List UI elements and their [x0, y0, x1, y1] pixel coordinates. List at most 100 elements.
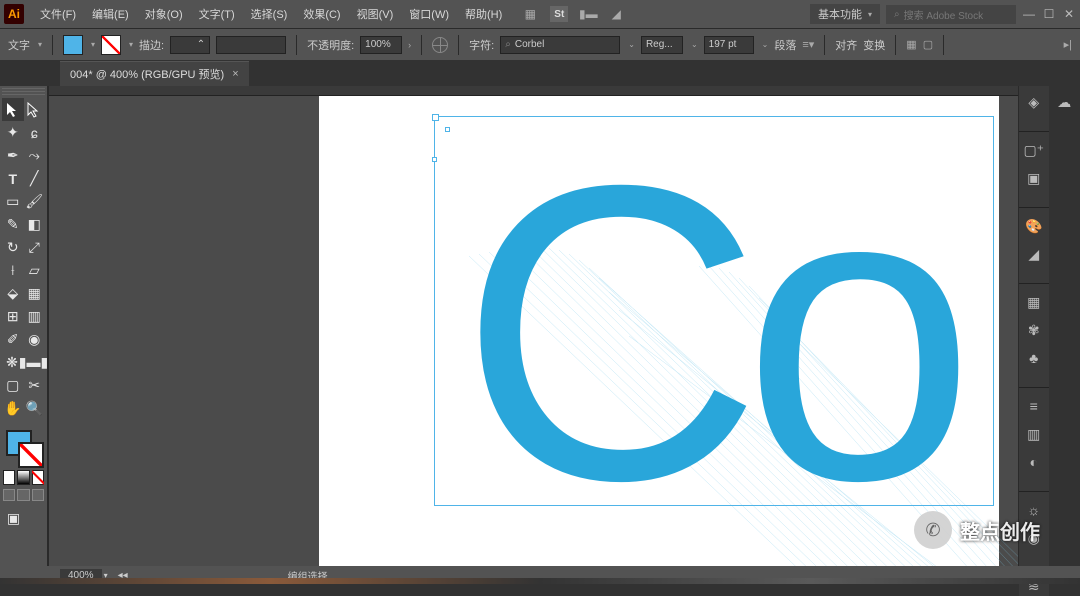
zoom-tool[interactable]: 🔍	[24, 397, 46, 420]
close-button[interactable]: ✕	[1062, 7, 1076, 21]
rectangle-tool[interactable]: ▭	[2, 190, 24, 213]
eraser-tool[interactable]: ◧	[24, 213, 46, 236]
stock-search-input[interactable]: ⌕搜索 Adobe Stock	[886, 5, 1016, 24]
maximize-button[interactable]: ☐	[1042, 7, 1056, 21]
screen-mode-tool[interactable]: ▣	[2, 507, 25, 530]
font-size-input[interactable]: 197 pt	[704, 36, 754, 54]
align-label[interactable]: 对齐	[835, 37, 857, 53]
width-tool[interactable]: ⟊	[2, 259, 24, 282]
selection-tool[interactable]	[2, 98, 24, 121]
line-tool[interactable]: ╱	[24, 167, 46, 190]
gradient-panel-icon[interactable]: ▥	[1024, 424, 1044, 444]
slice-tool[interactable]: ✂	[24, 374, 46, 397]
gradient-color-icon[interactable]	[17, 470, 29, 485]
transform-label[interactable]: 变换	[863, 37, 885, 53]
opacity-input[interactable]: 100%	[360, 36, 402, 54]
fill-stroke-swatches[interactable]	[2, 428, 45, 468]
gpu-icon[interactable]: ◢	[608, 6, 624, 22]
symbols-panel-icon[interactable]: ♣	[1024, 348, 1044, 368]
draw-inside-icon[interactable]	[32, 489, 44, 501]
chevron-down-icon[interactable]: ▾	[38, 40, 42, 49]
panel-grip-icon[interactable]	[2, 88, 45, 96]
anchor-point-icon[interactable]	[432, 157, 437, 162]
type-tool[interactable]: T	[2, 167, 24, 190]
color-guide-icon[interactable]: ◢	[1024, 244, 1044, 264]
menu-effect[interactable]: 效果(C)	[295, 6, 348, 22]
arrange-icon[interactable]: ▮▬	[580, 6, 596, 22]
shaper-tool[interactable]: ✎	[2, 213, 24, 236]
draw-normal-icon[interactable]	[3, 489, 15, 501]
swatches-panel-icon[interactable]: ▦	[1024, 292, 1044, 312]
anchor-point-icon[interactable]	[445, 127, 450, 132]
eyedropper-tool[interactable]: ✐	[2, 328, 24, 351]
ruler-horizontal[interactable]	[49, 86, 1018, 96]
draw-mode-row	[2, 489, 45, 501]
hand-tool[interactable]: ✋	[2, 397, 24, 420]
menu-window[interactable]: 窗口(W)	[401, 6, 457, 22]
properties-panel-icon[interactable]: ◈	[1024, 92, 1044, 112]
isolate-icon[interactable]: ▦	[906, 38, 916, 51]
pen-tool[interactable]: ✒	[2, 144, 24, 167]
menu-help[interactable]: 帮助(H)	[457, 6, 510, 22]
color-panel-icon[interactable]: 🎨	[1024, 216, 1044, 236]
paintbrush-tool[interactable]: 🖌	[24, 190, 46, 213]
chevron-down-icon[interactable]: ⌄	[691, 40, 698, 49]
chevron-down-icon[interactable]: ⌄	[762, 40, 769, 49]
document-tab[interactable]: 004* @ 400% (RGB/GPU 预览) ×	[60, 61, 249, 86]
knockout-icon[interactable]: ▢	[923, 38, 933, 51]
free-transform-tool[interactable]: ▱	[24, 259, 46, 282]
solid-color-icon[interactable]	[3, 470, 15, 485]
new-doc-icon[interactable]: ▢⁺	[1024, 140, 1044, 160]
chevron-down-icon[interactable]: ▾	[91, 40, 95, 49]
gradient-tool[interactable]: ▥	[24, 305, 46, 328]
scale-tool[interactable]: ⤢	[24, 236, 46, 259]
rotate-tool[interactable]: ↻	[2, 236, 24, 259]
selection-bounding-box[interactable]	[434, 116, 994, 506]
close-tab-icon[interactable]: ×	[232, 68, 238, 80]
document-area[interactable]: Co	[48, 86, 1018, 566]
collapse-panel-icon[interactable]: ▸|	[1064, 38, 1072, 51]
paragraph-label[interactable]: 段落	[774, 37, 796, 53]
stroke-width-input[interactable]: ⌃	[170, 36, 210, 54]
stroke-swatch-icon[interactable]	[18, 442, 44, 468]
font-family-input[interactable]: ⌕Corbel	[500, 36, 620, 54]
stock-icon[interactable]: St	[550, 6, 568, 22]
menu-edit[interactable]: 编辑(E)	[84, 6, 137, 22]
blend-tool[interactable]: ◉	[24, 328, 46, 351]
chevron-down-icon[interactable]: ▾	[129, 40, 133, 49]
artboard[interactable]: Co	[319, 96, 999, 566]
shape-builder-tool[interactable]: ⬙	[2, 282, 24, 305]
para-align-icon[interactable]: ≡▾	[802, 38, 814, 51]
direct-selection-tool[interactable]	[24, 98, 46, 121]
graph-tool[interactable]: ▮▬▮	[22, 351, 45, 374]
menu-file[interactable]: 文件(F)	[32, 6, 84, 22]
recolor-icon[interactable]	[432, 37, 448, 53]
layout-icon[interactable]: ▦	[522, 6, 538, 22]
minimize-button[interactable]: —	[1022, 7, 1036, 21]
menu-type[interactable]: 文字(T)	[191, 6, 243, 22]
artboard-tool[interactable]: ▢	[2, 374, 24, 397]
perspective-tool[interactable]: ▦	[24, 282, 46, 305]
stroke-color-swatch[interactable]	[101, 35, 121, 55]
none-color-icon[interactable]	[32, 470, 44, 485]
workspace-selector[interactable]: 基本功能▾	[810, 4, 880, 24]
brushes-panel-icon[interactable]: ✾	[1024, 320, 1044, 340]
libraries-icon[interactable]: ☁	[1054, 92, 1074, 112]
transparency-panel-icon[interactable]: ◐	[1024, 452, 1044, 472]
vari-width-profile[interactable]	[216, 36, 286, 54]
opacity-flyout-icon[interactable]: ›	[408, 40, 411, 50]
mesh-tool[interactable]: ⊞	[2, 305, 24, 328]
artboards-icon[interactable]: ▣	[1024, 168, 1044, 188]
menu-view[interactable]: 视图(V)	[349, 6, 402, 22]
fill-color-swatch[interactable]	[63, 35, 83, 55]
menu-select[interactable]: 选择(S)	[243, 6, 296, 22]
font-weight-input[interactable]: Reg...	[641, 36, 683, 54]
draw-behind-icon[interactable]	[17, 489, 29, 501]
stroke-panel-icon[interactable]: ≡	[1024, 396, 1044, 416]
chevron-down-icon[interactable]: ⌄	[628, 40, 635, 49]
main-menubar: Ai 文件(F) 编辑(E) 对象(O) 文字(T) 选择(S) 效果(C) 视…	[0, 0, 1080, 28]
lasso-tool[interactable]: ɕ	[24, 121, 46, 144]
curvature-tool[interactable]: ⤳	[24, 144, 46, 167]
menu-object[interactable]: 对象(O)	[137, 6, 191, 22]
magic-wand-tool[interactable]: ✦	[2, 121, 24, 144]
